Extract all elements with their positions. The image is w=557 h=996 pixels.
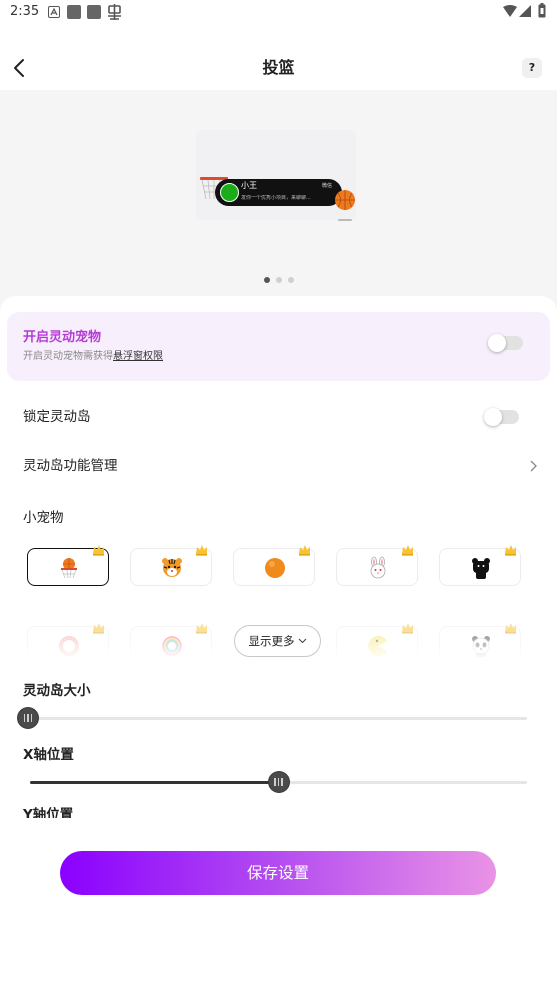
toggle-knob [484,408,502,426]
wifi-icon [503,5,517,17]
tiger-icon [162,558,182,577]
status-time: 2:35 [10,4,40,19]
toggle-knob [488,334,506,352]
battery-icon [538,3,546,18]
page-indicator [0,277,557,283]
rabbit-icon [370,556,386,579]
notification-contact: 小王 [241,181,257,190]
show-more-label: 显示更多 [248,634,295,648]
notification-square-icon [87,5,101,19]
feature-manage-row[interactable]: 灵动岛功能管理 [23,457,557,475]
crown-icon [402,545,413,556]
orange-ball-icon [265,558,285,578]
pet-card-tiger[interactable] [130,545,212,586]
black-bear-icon [472,558,490,579]
island-size-slider[interactable] [18,708,527,728]
pet-enable-subtitle-text: 开启灵动宠物需获得 [23,351,113,362]
pets-label: 小宠物 [23,510,64,526]
pet-enable-card: 开启灵动宠物 开启灵动宠物需获得悬浮窗权限 [7,312,550,381]
pet-enable-toggle[interactable] [488,334,523,352]
basketball-hoop-icon [61,558,77,579]
basketball-icon [335,190,355,210]
notification-app: 微信 [322,183,333,189]
pet-enable-title: 开启灵动宠物 [23,330,102,345]
show-more-button[interactable]: 显示更多 [234,625,321,657]
x-position-slider[interactable] [30,772,527,792]
home-indicator [338,219,352,221]
x-position-label: X轴位置 [23,747,74,763]
save-settings-button[interactable]: 保存设置 [60,851,496,895]
crown-icon [196,545,207,556]
settings-scroll[interactable]: 开启灵动宠物 开启灵动宠物需获得悬浮窗权限 锁定灵动岛 灵动岛功能管理 小宠物 … [0,296,557,818]
wechat-icon [220,183,239,202]
pet-card-black-bear[interactable] [439,545,521,586]
notification-square-icon [67,5,81,19]
page-dot[interactable] [287,277,294,283]
overlay-permission-link[interactable]: 悬浮窗权限 [113,351,163,362]
notification-a-icon [48,6,60,18]
y-position-label: Y轴位置 [23,807,74,818]
bug-icon [108,4,121,20]
pet-enable-subtitle: 开启灵动宠物需获得悬浮窗权限 [23,351,163,363]
signal-icon [519,5,531,17]
crown-icon [505,545,516,556]
pet-card-orange-ball[interactable] [233,545,315,586]
slider-thumb[interactable] [268,772,289,792]
notification-message: 发你一个优秀小项目，来聊聊... [241,195,311,201]
crown-icon [93,545,104,556]
pet-card-basketball-hoop[interactable] [27,545,109,586]
help-button[interactable]: ? [522,58,542,78]
page-title: 投篮 [262,58,295,77]
lock-island-label: 锁定灵动岛 [23,409,91,425]
slider-fill [30,781,279,784]
slider-thumb[interactable] [18,708,38,728]
chevron-down-icon [298,638,306,644]
pet-card-rabbit[interactable] [336,545,418,586]
page-dot[interactable] [263,277,270,283]
feature-manage-label: 灵动岛功能管理 [23,458,118,474]
lock-island-toggle[interactable] [484,408,519,426]
crown-icon [299,545,310,556]
island-size-label: 灵动岛大小 [23,683,91,699]
page-dot[interactable] [275,277,282,283]
chevron-right-icon [530,460,537,472]
